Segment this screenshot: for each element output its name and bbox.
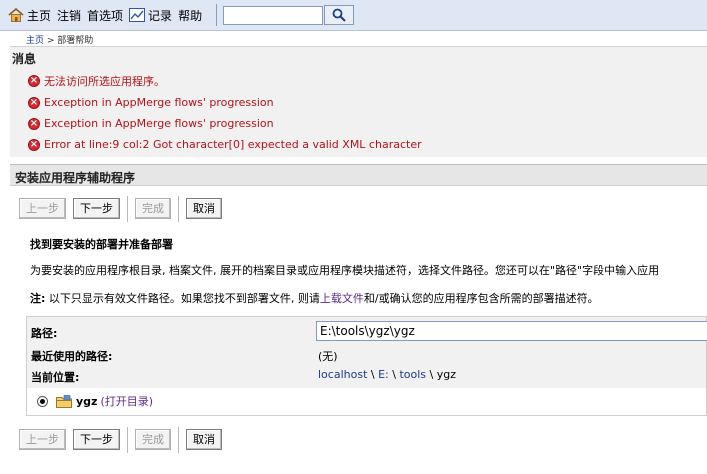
breadcrumb: 主页 > 部署帮助 xyxy=(26,33,93,46)
nav-home[interactable]: 主页 xyxy=(8,7,51,24)
entry-name: ygz xyxy=(76,394,98,408)
nav-home-label[interactable]: 主页 xyxy=(27,7,51,24)
error-icon: × xyxy=(28,96,40,109)
cancel-button[interactable]: 取消 xyxy=(186,429,222,450)
button-divider xyxy=(178,427,179,453)
location-folder-link[interactable]: tools xyxy=(399,368,426,381)
section-title: 找到要安装的部署并准备部署 xyxy=(30,238,173,251)
prev-button[interactable]: 上一步 xyxy=(19,429,66,450)
location-label: 当前位置: xyxy=(31,371,80,384)
finish-button[interactable]: 完成 xyxy=(135,198,171,219)
nav-logout[interactable]: 注销 xyxy=(57,7,81,24)
note-text: 注: 以下只显示有效文件路径。如果您找不到部署文件, 则请上载文件和/或确认您的… xyxy=(30,290,599,306)
message-item: × Error at line:9 col:2 Got character[0]… xyxy=(28,138,422,151)
wizard-buttons-top: 上一步 下一步 完成 取消 xyxy=(19,196,229,222)
location-separator: \ xyxy=(426,368,437,381)
breadcrumb-separator: > xyxy=(44,36,58,46)
wizard-buttons-bottom: 上一步 下一步 完成 取消 xyxy=(19,427,229,453)
messages-panel: 消息 × 无法访问所选应用程序。 × Exception in AppMerge… xyxy=(10,46,707,157)
error-icon: × xyxy=(28,117,40,130)
nav-log-label[interactable]: 记录 xyxy=(148,7,172,24)
nav-help[interactable]: 帮助 xyxy=(178,7,202,24)
location-current: ygz xyxy=(436,368,456,381)
breadcrumb-home-link[interactable]: 主页 xyxy=(26,36,44,46)
messages-title: 消息 xyxy=(12,52,37,66)
prev-button[interactable]: 上一步 xyxy=(19,198,66,219)
location-drive-link[interactable]: E: xyxy=(378,368,389,381)
upload-file-link[interactable]: 上载文件 xyxy=(320,292,364,305)
description-text: 为要安装的应用程序根目录, 档案文件, 展开的档案目录或应用程序模块描述符，选择… xyxy=(30,264,660,277)
top-toolbar: 主页 注销 首选项 记录 帮助 xyxy=(0,0,707,31)
message-text: Exception in AppMerge flows' progression xyxy=(44,96,274,109)
finish-button[interactable]: 完成 xyxy=(135,429,171,450)
location-host-link[interactable]: localhost xyxy=(318,368,367,381)
path-label: 路径: xyxy=(31,327,58,340)
nav-log[interactable]: 记录 xyxy=(129,7,172,24)
folder-icon xyxy=(56,394,72,408)
recent-path-value: (无) xyxy=(318,350,338,363)
open-directory-link[interactable]: (打开目录) xyxy=(100,393,153,409)
location-path: localhost \ E: \ tools \ ygz xyxy=(318,368,456,381)
breadcrumb-current: 部署帮助 xyxy=(57,36,94,46)
message-item: × Exception in AppMerge flows' progressi… xyxy=(28,96,274,109)
search-button[interactable] xyxy=(324,5,355,25)
search-icon xyxy=(332,8,346,22)
chart-icon xyxy=(129,8,146,22)
path-input[interactable] xyxy=(316,321,707,341)
path-form: 路径: 最近使用的路径: (无) 当前位置: localhost \ E: \ … xyxy=(26,316,707,416)
location-separator: \ xyxy=(367,368,379,381)
cancel-button[interactable]: 取消 xyxy=(186,198,222,219)
wizard-title: 安装应用程序辅助程序 xyxy=(10,164,707,186)
nav-preferences[interactable]: 首选项 xyxy=(87,7,123,24)
message-item: × Exception in AppMerge flows' progressi… xyxy=(28,117,274,130)
message-item: × 无法访问所选应用程序。 xyxy=(28,73,165,89)
next-button[interactable]: 下一步 xyxy=(73,198,120,219)
message-text: 无法访问所选应用程序。 xyxy=(44,75,165,88)
search-input[interactable] xyxy=(223,5,324,25)
home-icon xyxy=(8,8,24,22)
recent-path-label: 最近使用的路径: xyxy=(31,350,113,363)
button-divider xyxy=(178,196,179,222)
error-icon: × xyxy=(28,75,40,87)
error-icon: × xyxy=(28,138,40,151)
button-divider xyxy=(127,196,128,222)
note-label: 注: xyxy=(30,292,46,305)
button-divider xyxy=(127,427,128,453)
directory-entry: ygz (打开目录) xyxy=(37,393,153,409)
toolbar-divider xyxy=(216,4,218,26)
message-text: Exception in AppMerge flows' progression xyxy=(44,117,274,130)
entry-radio[interactable] xyxy=(37,395,48,407)
message-text: Error at line:9 col:2 Got character[0] e… xyxy=(44,138,422,151)
note-part2: 和/或确认您的应用程序包含所需的部署描述符。 xyxy=(363,292,599,305)
location-separator: \ xyxy=(388,368,400,381)
note-part1: 以下只显示有效文件路径。如果您找不到部署文件, 则请 xyxy=(45,292,320,305)
next-button[interactable]: 下一步 xyxy=(73,429,120,450)
